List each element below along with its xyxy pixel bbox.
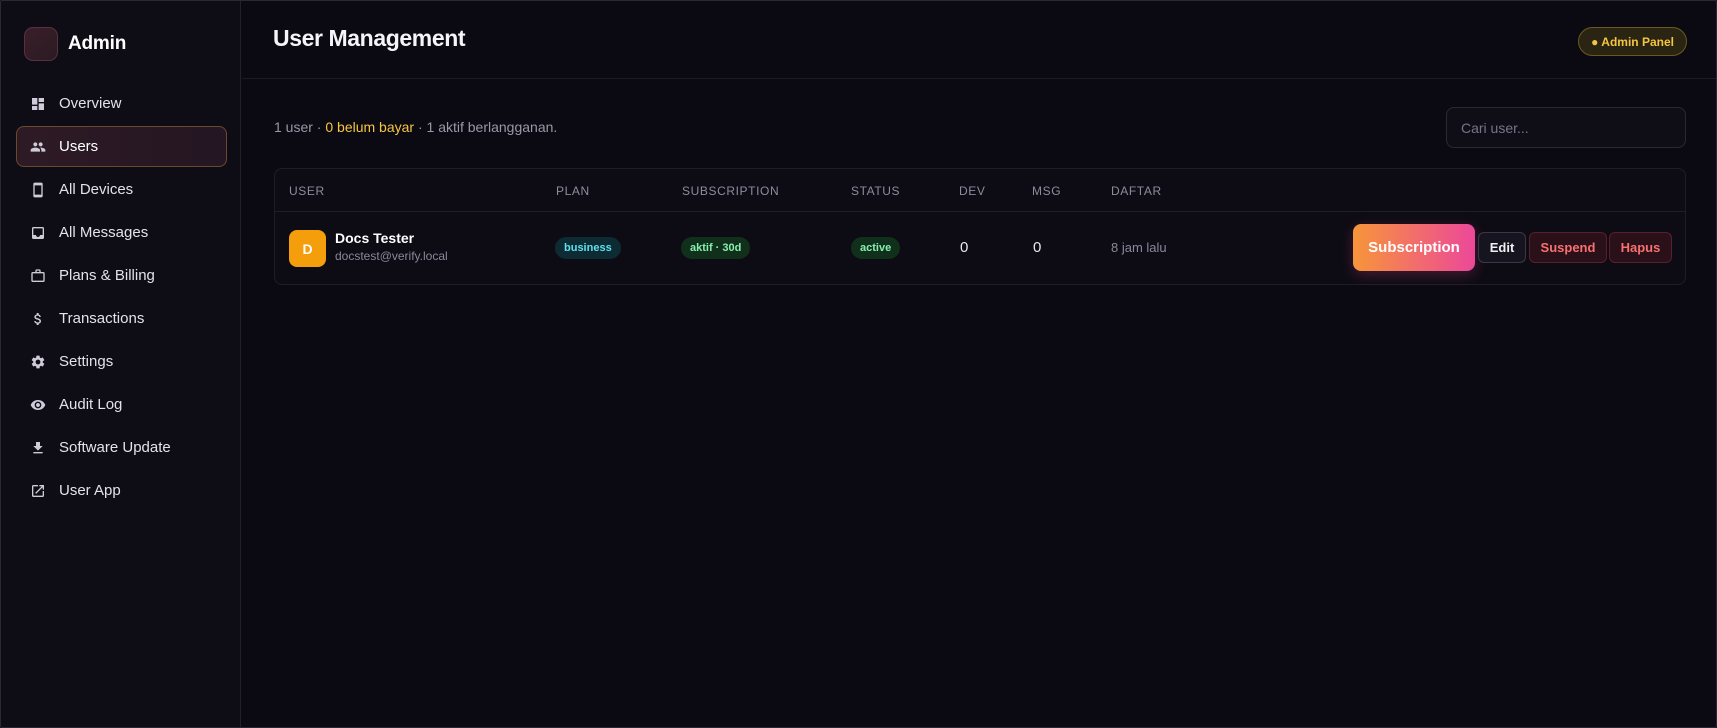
admin-panel-badge: ● Admin Panel [1578,27,1687,56]
sidebar-item-all-messages[interactable]: All Messages [16,212,227,253]
column-header-subscription[interactable]: SUBSCRIPTION [682,184,779,198]
summary-unpaid: 0 belum bayar [325,119,415,135]
column-header-daftar[interactable]: DAFTAR [1111,184,1162,198]
brand[interactable]: Admin [24,27,126,61]
status-badge: active [851,237,901,259]
message-count: 0 [1033,239,1042,256]
subscription-button[interactable]: Subscription [1353,224,1475,271]
user-name: Docs Tester [335,230,415,246]
sidebar-item-software-update[interactable]: Software Update [16,427,227,468]
sidebar-item-overview[interactable]: Overview [16,83,227,124]
suspend-button[interactable]: Suspend [1529,232,1607,263]
sidebar-item-audit-log[interactable]: Audit Log [16,384,227,425]
avatar: D [289,230,326,267]
sidebar-item-label: Software Update [59,439,171,456]
column-header-plan[interactable]: PLAN [556,184,590,198]
sidebar: Admin Overview Users All Devices All Mes… [0,0,241,728]
sidebar-item-label: Audit Log [59,396,123,413]
phone-icon [29,181,47,199]
sidebar-item-settings[interactable]: Settings [16,341,227,382]
sidebar-item-label: Overview [59,95,122,112]
sidebar-item-label: Settings [59,353,114,370]
sidebar-item-transactions[interactable]: Transactions [16,298,227,339]
gear-icon [29,353,47,371]
device-count: 0 [960,239,969,256]
edit-button[interactable]: Edit [1478,232,1526,263]
sidebar-item-label: User App [59,482,121,499]
page-title: User Management [273,25,466,51]
users-table: USER PLAN SUBSCRIPTION STATUS DEV MSG DA… [274,168,1686,285]
sidebar-nav: Overview Users All Devices All Messages … [16,83,227,513]
users-icon [29,138,47,156]
users-summary: 1 user · 0 belum bayar · 1 aktif berlang… [274,119,557,135]
brand-logo [24,27,58,61]
column-header-status[interactable]: STATUS [851,184,900,198]
table-header: USER PLAN SUBSCRIPTION STATUS DEV MSG DA… [275,169,1685,212]
sidebar-item-all-devices[interactable]: All Devices [16,169,227,210]
sidebar-item-label: Plans & Billing [59,267,155,284]
eye-icon [29,396,47,414]
page-header: User Management ● Admin Panel [242,0,1717,79]
column-header-dev[interactable]: DEV [959,184,985,198]
subscription-badge: aktif · 30d [681,237,751,259]
inbox-icon [29,224,47,242]
sidebar-item-plans-billing[interactable]: Plans & Billing [16,255,227,296]
column-header-msg[interactable]: MSG [1032,184,1061,198]
dollar-icon [29,310,47,328]
briefcase-icon [29,267,47,285]
sidebar-item-label: Users [59,138,99,155]
sidebar-item-label: All Devices [59,181,134,198]
summary-active: · 1 aktif berlangganan. [414,119,558,135]
sidebar-item-users[interactable]: Users [16,126,227,167]
sidebar-item-label: All Messages [59,224,149,241]
dashboard-icon [29,95,47,113]
plan-badge: business [555,237,621,259]
registered-date: 8 jam lalu [1111,240,1167,255]
brand-name: Admin [68,33,127,54]
summary-user-count: 1 user · [274,119,326,135]
table-row: D Docs Tester docstest@verify.local busi… [275,212,1685,285]
sidebar-item-label: Transactions [59,310,145,327]
user-email: docstest@verify.local [335,249,448,263]
external-link-icon [29,482,47,500]
column-header-user[interactable]: USER [289,184,325,198]
search-input[interactable] [1446,107,1686,148]
delete-button[interactable]: Hapus [1609,232,1672,263]
sidebar-item-user-app[interactable]: User App [16,470,227,511]
download-icon [29,439,47,457]
